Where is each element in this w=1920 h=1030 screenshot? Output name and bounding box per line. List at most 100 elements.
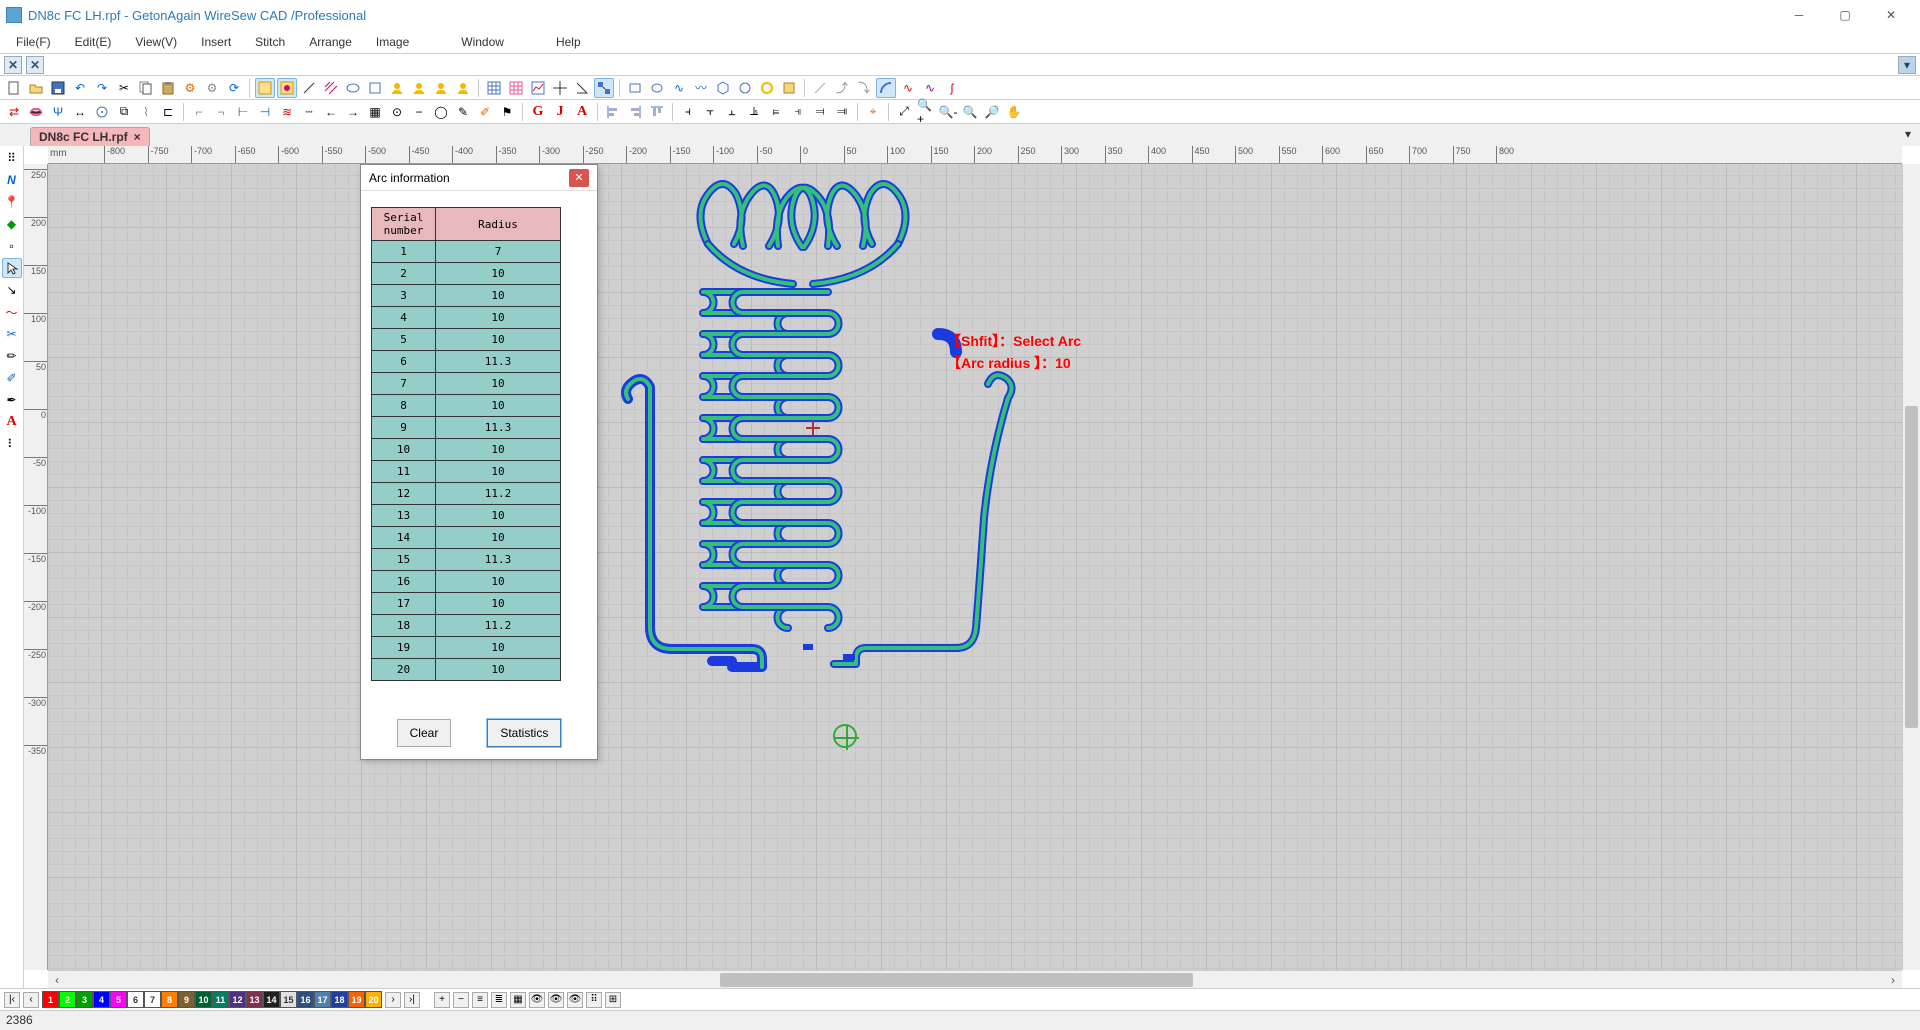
clear-button[interactable]: Clear [397, 719, 452, 747]
arc-table-row[interactable]: 1511.3 [372, 549, 561, 571]
align-r-icon[interactable] [625, 102, 645, 122]
panel-close-1[interactable]: ✕ [4, 56, 22, 74]
path-icon[interactable]: ∿ [669, 78, 689, 98]
paste-icon[interactable] [158, 78, 178, 98]
box-icon[interactable] [779, 78, 799, 98]
arc-table-row[interactable]: 1910 [372, 637, 561, 659]
target-icon[interactable] [92, 102, 112, 122]
zoom-in-icon[interactable]: 🔍+ [916, 102, 936, 122]
minimize-button[interactable]: ─ [1776, 1, 1822, 29]
copy-icon[interactable] [136, 78, 156, 98]
cb-grid-icon[interactable]: ▦ [510, 992, 526, 1008]
color-swatch[interactable]: 19 [348, 991, 365, 1008]
brush-icon[interactable]: ✐ [475, 102, 495, 122]
color-swatch[interactable]: 14 [263, 991, 280, 1008]
dialog-close-button[interactable]: ✕ [569, 169, 589, 187]
circle-icon[interactable] [735, 78, 755, 98]
vt-pen-icon[interactable]: ✒ [2, 390, 22, 410]
arc-table-row[interactable]: 210 [372, 263, 561, 285]
color-swatch[interactable]: 3 [76, 991, 93, 1008]
menu-stitch[interactable]: Stitch [243, 32, 297, 52]
curve2-icon[interactable]: ⤵ [854, 78, 874, 98]
seg1-icon[interactable]: ⊢ [233, 102, 253, 122]
hscroll-thumb[interactable] [720, 973, 1193, 987]
rect-icon[interactable] [625, 78, 645, 98]
arc-table-row[interactable]: 611.3 [372, 351, 561, 373]
cb-minus-icon[interactable]: − [453, 992, 469, 1008]
chart-icon[interactable] [528, 78, 548, 98]
arc-table-row[interactable]: 1410 [372, 527, 561, 549]
color-swatch[interactable]: 9 [178, 991, 195, 1008]
hscroll-track[interactable] [66, 973, 1884, 987]
vertical-scrollbar[interactable] [1902, 164, 1920, 970]
color-swatch[interactable]: 18 [331, 991, 348, 1008]
grid2-icon[interactable] [506, 78, 526, 98]
color-swatch[interactable]: 1 [42, 991, 59, 1008]
color-swatch[interactable]: 16 [297, 991, 314, 1008]
letter-g-icon[interactable]: G [528, 102, 548, 122]
shape2-icon[interactable] [365, 78, 385, 98]
menu-insert[interactable]: Insert [189, 32, 243, 52]
hscroll-left-icon[interactable]: ‹ [48, 973, 66, 987]
vt-square-icon[interactable]: ▫ [2, 236, 22, 256]
bidir-icon[interactable]: ↔ [70, 102, 90, 122]
dist-v2-icon[interactable]: ⫢ [766, 102, 786, 122]
dist-v4-icon[interactable]: ⫤ [810, 102, 830, 122]
close-button[interactable]: ✕ [1868, 1, 1914, 29]
crosshair-icon[interactable] [550, 78, 570, 98]
curve1-icon[interactable]: ⤴ [832, 78, 852, 98]
menu-edit[interactable]: Edit(E) [63, 32, 124, 52]
nav-first-icon[interactable]: |‹ [4, 992, 20, 1008]
user4-icon[interactable] [453, 78, 473, 98]
zoom-out-icon[interactable]: 🔍- [938, 102, 958, 122]
color-swatch[interactable]: 2 [59, 991, 76, 1008]
snap-icon[interactable] [594, 78, 614, 98]
zoom-sel-icon[interactable]: 🔍 [960, 102, 980, 122]
spline3-icon[interactable]: ʃ [942, 78, 962, 98]
dot-icon[interactable]: ⊙ [387, 102, 407, 122]
vt-diamond-icon[interactable]: ◆ [2, 214, 22, 234]
arc-table-row[interactable]: 1710 [372, 593, 561, 615]
cut-icon[interactable]: ✂ [114, 78, 134, 98]
undo-icon[interactable]: ↶ [70, 78, 90, 98]
angle-icon[interactable] [572, 78, 592, 98]
arc-table-row[interactable]: 810 [372, 395, 561, 417]
menu-window[interactable]: Window [449, 32, 516, 52]
color-swatch[interactable]: 4 [93, 991, 110, 1008]
color-swatch[interactable]: 15 [280, 991, 297, 1008]
color-swatch[interactable]: 12 [229, 991, 246, 1008]
mode-b-icon[interactable] [277, 78, 297, 98]
redo-icon[interactable]: ↷ [92, 78, 112, 98]
menu-help[interactable]: Help [544, 32, 593, 52]
dist-v1-icon[interactable]: ⫡ [744, 102, 764, 122]
user3-icon[interactable] [431, 78, 451, 98]
corner1-icon[interactable]: ⌐ [189, 102, 209, 122]
drawing-canvas[interactable]: 【Shfit】：Select Arc 【Arc radius 】：10 Arc … [48, 164, 1902, 970]
link-icon[interactable]: ⧉ [114, 102, 134, 122]
pencil-icon[interactable]: ✎ [453, 102, 473, 122]
arc-table-row[interactable]: 510 [372, 329, 561, 351]
arc-table-row[interactable]: 1211.2 [372, 483, 561, 505]
swap-icon[interactable]: ⇄ [4, 102, 24, 122]
vt-pencil-icon[interactable]: ✏ [2, 346, 22, 366]
gridsmall-icon[interactable]: ▦ [365, 102, 385, 122]
pan-icon[interactable]: ✋ [1004, 102, 1024, 122]
menu-view[interactable]: View(V) [123, 32, 189, 52]
vt-curve-icon[interactable]: 〜 [2, 302, 22, 322]
color-swatch[interactable]: 20 [365, 991, 382, 1008]
cb-eye3-icon[interactable]: 👁 [567, 992, 583, 1008]
join-icon[interactable]: ⊏ [158, 102, 178, 122]
cb-plus-icon[interactable]: + [434, 992, 450, 1008]
vt-dots-icon[interactable]: ⠿ [2, 148, 22, 168]
menu-arrange[interactable]: Arrange [297, 32, 364, 52]
vt-more-icon[interactable]: ⠇ [2, 434, 22, 454]
flag-icon[interactable]: ⚑ [497, 102, 517, 122]
arrow-r-icon[interactable]: → [343, 102, 363, 122]
color-swatch[interactable]: 7 [144, 991, 161, 1008]
cb-eye2-icon[interactable]: 👁 [548, 992, 564, 1008]
wave-icon[interactable]: 〰 [691, 78, 711, 98]
arc-table-row[interactable]: 310 [372, 285, 561, 307]
nav-last-icon[interactable]: ›| [404, 992, 420, 1008]
nav-next-icon[interactable]: › [385, 992, 401, 1008]
fork-icon[interactable]: Ψ [48, 102, 68, 122]
